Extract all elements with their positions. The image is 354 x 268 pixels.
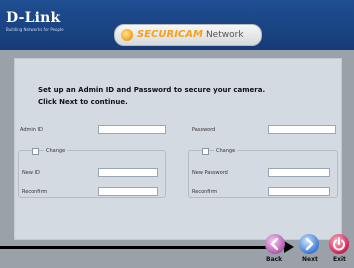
- dlink-logo: D-Link: [6, 10, 61, 26]
- dlink-tagline: Building Networks for People: [6, 27, 64, 32]
- product-name-primary: SECURICAM: [137, 29, 203, 40]
- next-arrow-icon: [299, 234, 319, 254]
- product-name: SECURICAM Network: [137, 29, 244, 41]
- next-label: Next: [302, 256, 318, 263]
- new-password-input[interactable]: [268, 168, 330, 177]
- password-label: Password: [192, 127, 216, 133]
- exit-power-icon: [329, 234, 349, 254]
- change-id-checkbox[interactable]: [32, 148, 39, 155]
- admin-id-input[interactable]: [98, 125, 166, 134]
- pointer-arrow-head-icon: [284, 241, 294, 253]
- back-label: Back: [266, 256, 283, 263]
- pointer-arrow-line: [0, 246, 286, 249]
- admin-id-label: Admin ID: [20, 127, 43, 133]
- new-id-input[interactable]: [98, 168, 158, 177]
- password-input[interactable]: [268, 125, 336, 134]
- reconfirm-id-label: Reconfirm: [22, 189, 48, 195]
- change-password-checkbox[interactable]: [202, 148, 209, 155]
- intro-line-1: Set up an Admin ID and Password to secur…: [38, 86, 266, 94]
- intro-line-2: Click Next to continue.: [38, 98, 128, 106]
- reconfirm-password-label: Reconfirm: [192, 189, 218, 195]
- product-banner: SECURICAM Network: [114, 24, 262, 46]
- reconfirm-password-input[interactable]: [268, 187, 330, 196]
- setup-wizard-window: D-Link Building Networks for People SECU…: [0, 0, 354, 268]
- exit-label: Exit: [333, 256, 346, 263]
- product-name-secondary: Network: [205, 30, 244, 40]
- reconfirm-id-input[interactable]: [98, 187, 158, 196]
- change-password-label: Change: [214, 148, 238, 154]
- header-bar: D-Link Building Networks for People SECU…: [0, 0, 354, 50]
- new-password-label: New Password: [192, 170, 228, 176]
- back-arrow-icon: [265, 234, 285, 254]
- change-id-label: Change: [44, 148, 68, 154]
- new-id-label: New ID: [22, 170, 40, 176]
- intro-text: Set up an Admin ID and Password to secur…: [38, 84, 265, 108]
- securicam-logo-icon: [121, 29, 133, 41]
